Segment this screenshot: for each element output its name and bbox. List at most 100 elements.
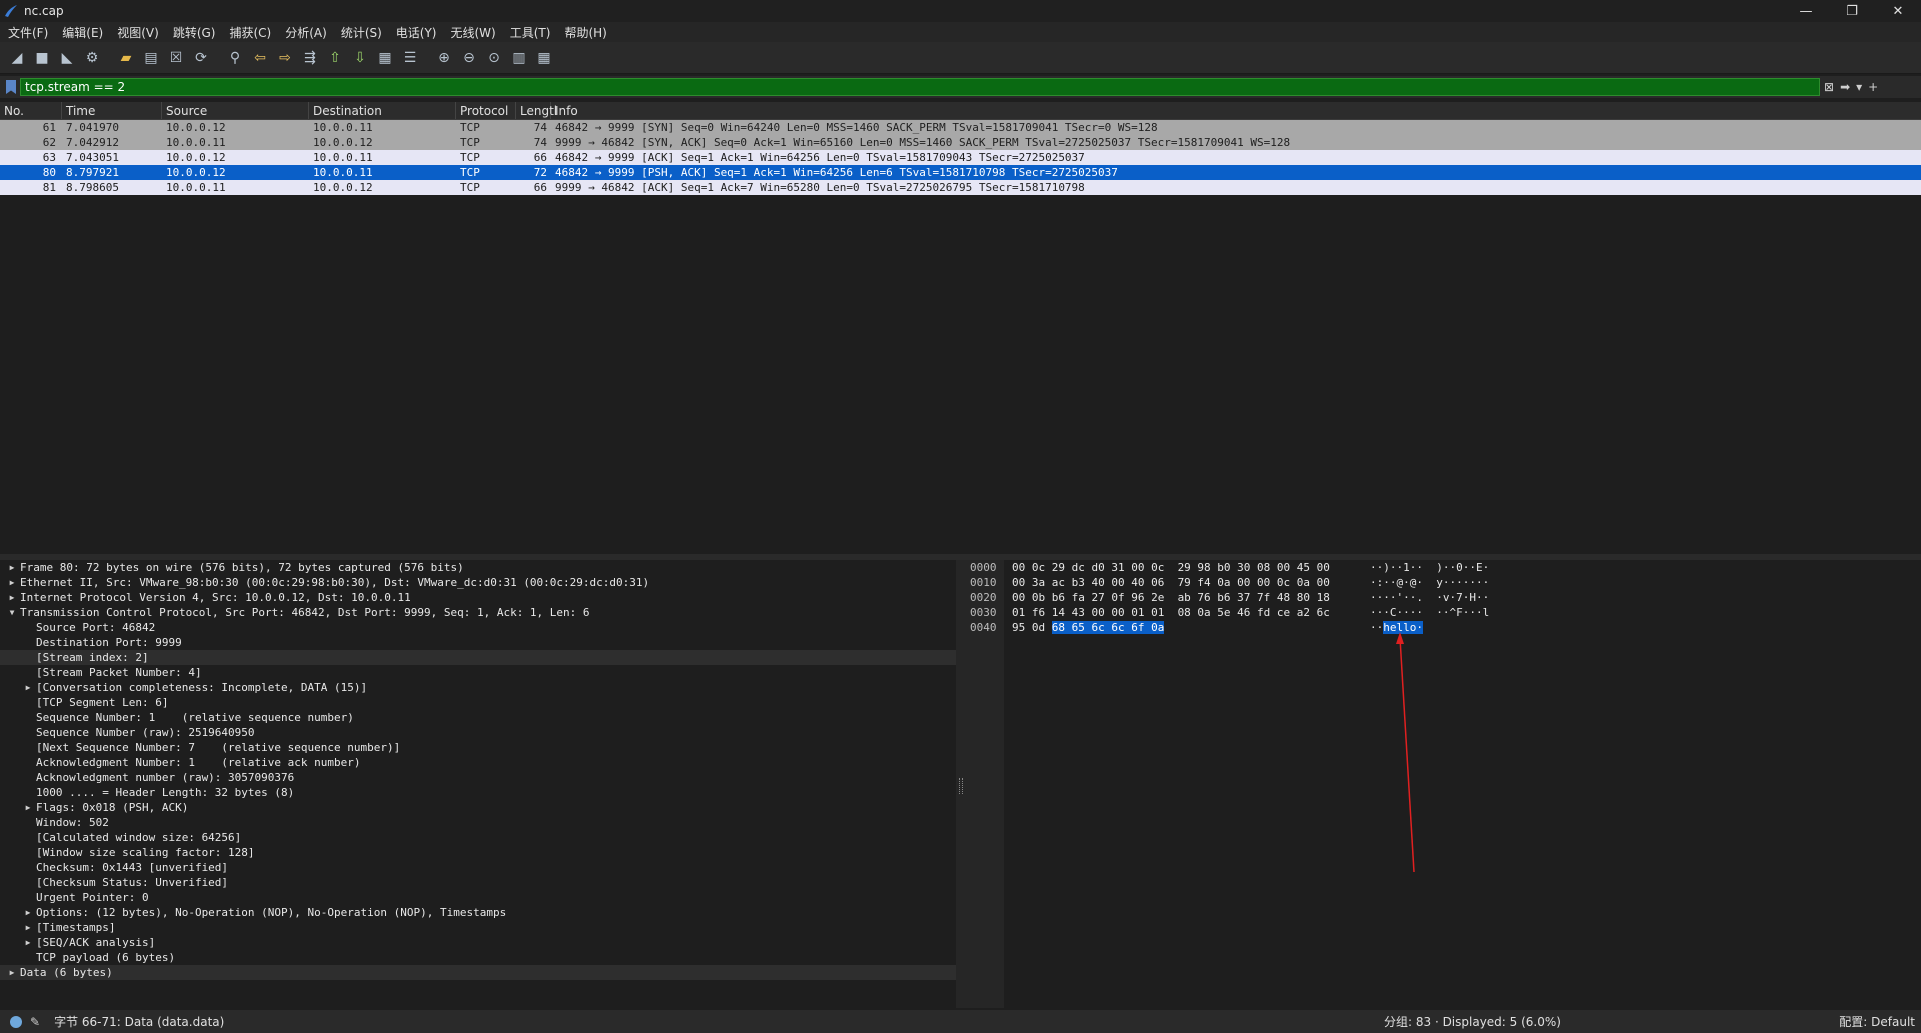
- find-icon[interactable]: ⚲: [224, 47, 246, 69]
- collapse-arrow-icon[interactable]: ▼: [6, 605, 18, 620]
- hex-bytes-row[interactable]: 00 0c 29 dc d0 31 00 0c 29 98 b0 30 08 0…: [1012, 560, 1362, 575]
- column-header-source[interactable]: Source: [162, 102, 309, 119]
- add-filter-button-icon[interactable]: +: [1868, 80, 1878, 94]
- packet-row[interactable]: 81 8.798605 10.0.0.11 10.0.0.12 TCP 66 9999 → …: [0, 180, 1921, 195]
- apply-filter-icon[interactable]: ➡: [1840, 80, 1850, 94]
- detail-tree-item[interactable]: [Checksum Status: Unverified]: [0, 875, 956, 890]
- menu-file[interactable]: 文件(F): [8, 24, 48, 41]
- forward-arrow-icon[interactable]: ⇨: [274, 47, 296, 69]
- maximize-button[interactable]: ❐: [1829, 0, 1875, 22]
- detail-tree-item[interactable]: [TCP Segment Len: 6]: [0, 695, 956, 710]
- column-header-no[interactable]: No.: [0, 102, 62, 119]
- detail-tree-item[interactable]: [Stream index: 2]: [0, 650, 956, 665]
- detail-tree-item[interactable]: ▶ Options: (12 bytes), No-Operation (NOP)…: [0, 905, 956, 920]
- detail-tree-item[interactable]: ▶ Flags: 0x018 (PSH, ACK): [0, 800, 956, 815]
- menu-edit[interactable]: 编辑(E): [62, 24, 103, 41]
- menu-view[interactable]: 视图(V): [117, 24, 159, 41]
- expand-arrow-icon[interactable]: ▶: [6, 965, 18, 980]
- detail-tree-item[interactable]: Checksum: 0x1443 [unverified]: [0, 860, 956, 875]
- detail-tree-item[interactable]: [Window size scaling factor: 128]: [0, 845, 956, 860]
- display-filter-input[interactable]: [20, 78, 1820, 96]
- menu-analyze[interactable]: 分析(A): [285, 24, 327, 41]
- goto-icon[interactable]: ⇶: [299, 47, 321, 69]
- expand-arrow-icon[interactable]: ▶: [22, 905, 34, 920]
- detail-tree-item[interactable]: ▶ Frame 80: 72 bytes on wire (576 bits), …: [0, 560, 956, 575]
- column-header-time[interactable]: Time: [62, 102, 162, 119]
- hex-ascii-row[interactable]: ···C···· ··^F···l: [1370, 605, 1510, 620]
- detail-tree-item[interactable]: ▶ [SEQ/ACK analysis]: [0, 935, 956, 950]
- expand-arrow-icon[interactable]: ▶: [6, 590, 18, 605]
- menu-wireless[interactable]: 无线(W): [451, 24, 496, 41]
- expand-arrow-icon[interactable]: ▶: [22, 800, 34, 815]
- zoom-reset-icon[interactable]: ⊙: [483, 47, 505, 69]
- detail-tree-item[interactable]: 1000 .... = Header Length: 32 bytes (8): [0, 785, 956, 800]
- reload-icon[interactable]: ⟳: [190, 47, 212, 69]
- zoom-out-icon[interactable]: ⊖: [458, 47, 480, 69]
- detail-tree-item[interactable]: Source Port: 46842: [0, 620, 956, 635]
- hex-bytes-row[interactable]: 00 3a ac b3 40 00 40 06 79 f4 0a 00 00 0…: [1012, 575, 1362, 590]
- capture-comment-icon[interactable]: ✎: [30, 1015, 40, 1029]
- hex-bytes-row[interactable]: 01 f6 14 43 00 00 01 01 08 0a 5e 46 fd c…: [1012, 605, 1362, 620]
- hex-ascii-row[interactable]: ··hello·: [1370, 620, 1510, 635]
- filter-history-dropdown-icon[interactable]: ▾: [1856, 80, 1862, 94]
- detail-tree-item[interactable]: [Calculated window size: 64256]: [0, 830, 956, 845]
- status-profile[interactable]: 配置: Default: [1839, 1013, 1915, 1030]
- expand-arrow-icon[interactable]: ▶: [22, 920, 34, 935]
- layout-icon[interactable]: ▦: [533, 47, 555, 69]
- clear-filter-icon[interactable]: ⊠: [1824, 80, 1834, 94]
- first-icon[interactable]: ⇧: [324, 47, 346, 69]
- menu-statistics[interactable]: 统计(S): [341, 24, 382, 41]
- column-header-info[interactable]: Info: [551, 102, 1921, 119]
- detail-tree-item[interactable]: ▶ [Timestamps]: [0, 920, 956, 935]
- detail-tree-item[interactable]: [Next Sequence Number: 7 (relative seque…: [0, 740, 956, 755]
- save-icon[interactable]: ▤: [140, 47, 162, 69]
- detail-tree-item[interactable]: Sequence Number: 1 (relative sequence nu…: [0, 710, 956, 725]
- detail-tree-item[interactable]: Acknowledgment number (raw): 3057090376: [0, 770, 956, 785]
- detail-tree-item[interactable]: Acknowledgment Number: 1 (relative ack n…: [0, 755, 956, 770]
- column-header-length[interactable]: Lengtl: [516, 102, 557, 119]
- last-icon[interactable]: ⇩: [349, 47, 371, 69]
- expand-arrow-icon[interactable]: ▶: [6, 575, 18, 590]
- pane-splitter-vertical[interactable]: [956, 560, 964, 1008]
- menu-capture[interactable]: 捕获(C): [229, 24, 271, 41]
- open-folder-icon[interactable]: ▰: [115, 47, 137, 69]
- packet-row[interactable]: 80 8.797921 10.0.0.12 10.0.0.11 TCP 72 46842 →…: [0, 165, 1921, 180]
- hex-ascii-row[interactable]: ····'··. ·v·7·H··: [1370, 590, 1510, 605]
- menu-go[interactable]: 跳转(G): [173, 24, 216, 41]
- column-header-destination[interactable]: Destination: [309, 102, 456, 119]
- colorize-icon[interactable]: ☰: [399, 47, 421, 69]
- resize-columns-icon[interactable]: ▥: [508, 47, 530, 69]
- packet-row[interactable]: 63 7.043051 10.0.0.12 10.0.0.11 TCP 66 46842 →…: [0, 150, 1921, 165]
- back-arrow-icon[interactable]: ⇦: [249, 47, 271, 69]
- detail-tree-item[interactable]: [Stream Packet Number: 4]: [0, 665, 956, 680]
- filter-bookmark-icon[interactable]: [6, 80, 16, 94]
- detail-tree-item[interactable]: Destination Port: 9999: [0, 635, 956, 650]
- zoom-in-icon[interactable]: ⊕: [433, 47, 455, 69]
- close-file-icon[interactable]: ☒: [165, 47, 187, 69]
- detail-tree-item[interactable]: Window: 502: [0, 815, 956, 830]
- detail-tree-item[interactable]: ▶ Ethernet II, Src: VMware_98:b0:30 (00:0…: [0, 575, 956, 590]
- expand-arrow-icon[interactable]: ▶: [22, 935, 34, 950]
- hex-bytes-row[interactable]: 95 0d 68 65 6c 6c 6f 0a: [1012, 620, 1362, 635]
- expand-arrow-icon[interactable]: ▶: [22, 680, 34, 695]
- detail-tree-item[interactable]: Urgent Pointer: 0: [0, 890, 956, 905]
- menu-telephony[interactable]: 电话(Y): [396, 24, 437, 41]
- detail-tree-item[interactable]: ▼ Transmission Control Protocol, Src Port…: [0, 605, 956, 620]
- stop-icon[interactable]: ■: [31, 47, 53, 69]
- packet-row[interactable]: 62 7.042912 10.0.0.11 10.0.0.12 TCP 74 9999 → …: [0, 135, 1921, 150]
- detail-tree-item[interactable]: ▶ [Conversation completeness: Incomplete,…: [0, 680, 956, 695]
- hex-ascii-row[interactable]: ·:··@·@· y·······: [1370, 575, 1510, 590]
- hex-bytes-row[interactable]: 00 0b b6 fa 27 0f 96 2e ab 76 b6 37 7f 4…: [1012, 590, 1362, 605]
- detail-tree-item[interactable]: ▶ Internet Protocol Version 4, Src: 10.0.…: [0, 590, 956, 605]
- close-button[interactable]: ✕: [1875, 0, 1921, 22]
- hex-ascii-row[interactable]: ··)··1·· )··0··E·: [1370, 560, 1510, 575]
- column-header-protocol[interactable]: Protocol: [456, 102, 516, 119]
- minimize-button[interactable]: —: [1783, 0, 1829, 22]
- options-gear-icon[interactable]: ⚙: [81, 47, 103, 69]
- menu-tools[interactable]: 工具(T): [510, 24, 551, 41]
- detail-tree-item[interactable]: TCP payload (6 bytes): [0, 950, 956, 965]
- expand-arrow-icon[interactable]: ▶: [6, 560, 18, 575]
- autoscroll-icon[interactable]: ▦: [374, 47, 396, 69]
- detail-tree-item[interactable]: Sequence Number (raw): 2519640950: [0, 725, 956, 740]
- packet-row[interactable]: 61 7.041970 10.0.0.12 10.0.0.11 TCP 74 46842 →…: [0, 120, 1921, 135]
